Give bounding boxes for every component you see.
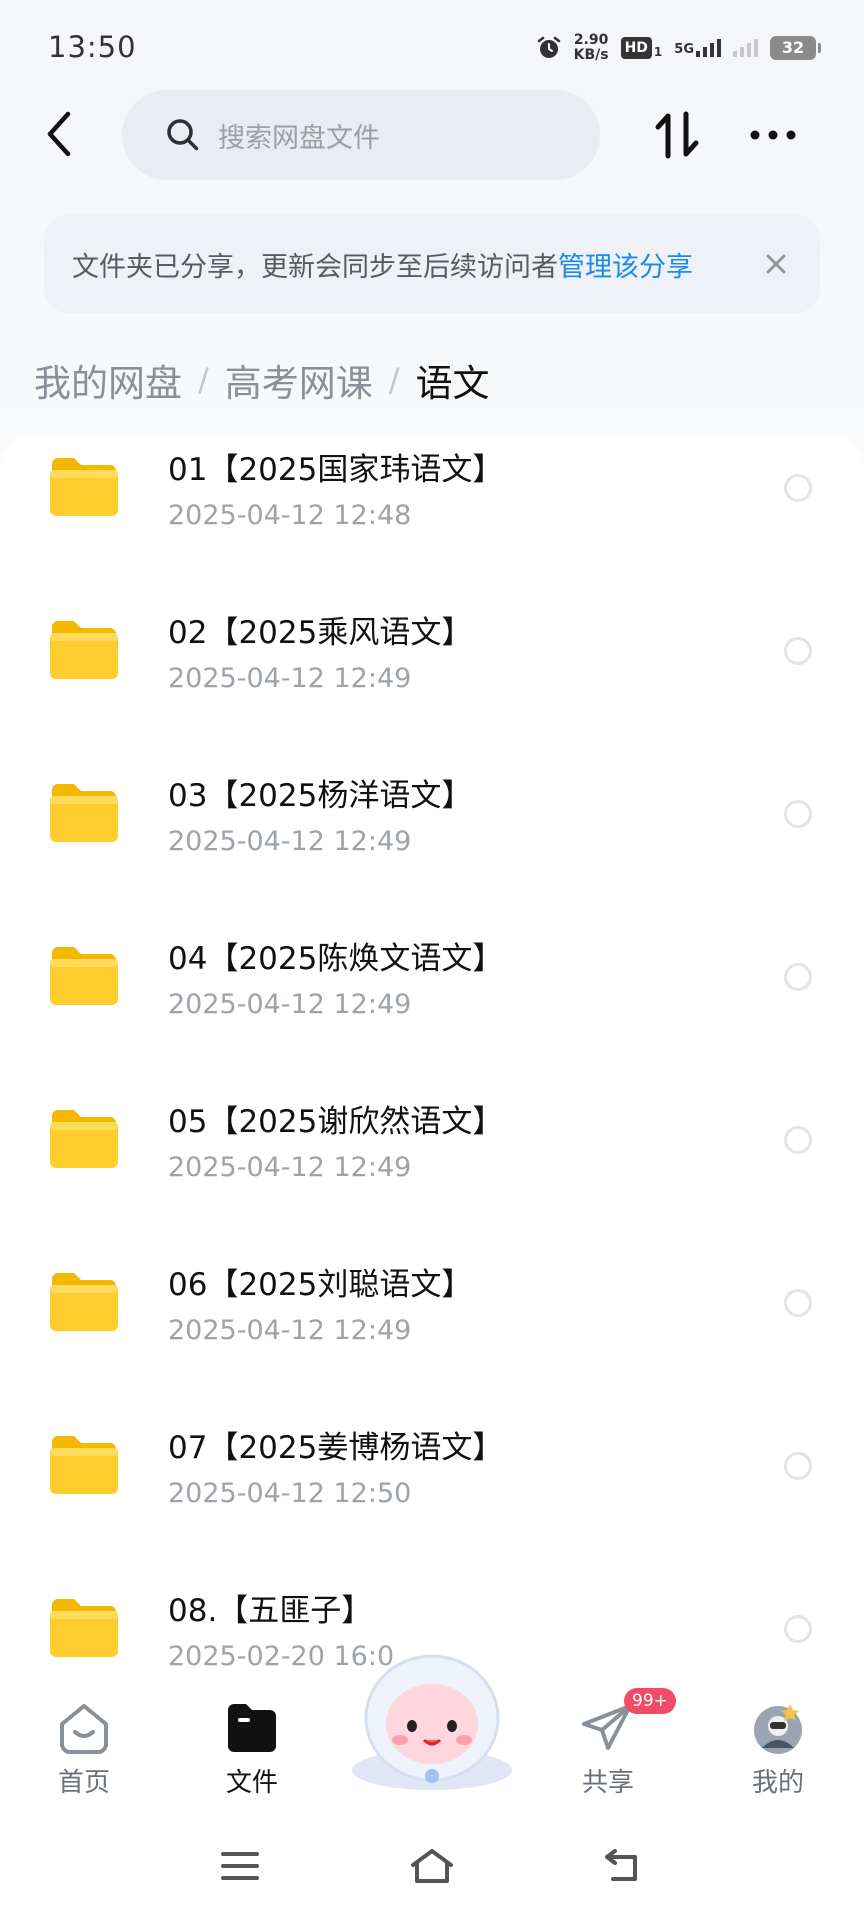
back-button[interactable]	[28, 102, 92, 166]
file-row[interactable]: 04【2025陈焕文语文】 2025-04-12 12:49	[0, 923, 864, 1086]
select-checkbox[interactable]	[784, 800, 812, 828]
bottom-nav: 首页 文件 共享 99+ 我的	[0, 1654, 864, 1802]
more-button[interactable]	[740, 102, 806, 168]
file-date: 2025-04-12 12:49	[168, 663, 412, 694]
breadcrumb-item-root[interactable]: 我的网盘	[34, 353, 182, 407]
select-checkbox[interactable]	[784, 963, 812, 991]
return-icon	[605, 1849, 637, 1881]
alarm-icon	[537, 36, 560, 58]
file-date: 2025-04-12 12:49	[168, 1315, 412, 1346]
select-checkbox[interactable]	[784, 1452, 812, 1480]
home-button[interactable]	[402, 1836, 462, 1896]
signal-bars-secondary-icon	[733, 39, 758, 57]
mascot-icon[interactable]	[342, 1644, 522, 1794]
sort-button[interactable]	[644, 102, 710, 168]
signal-bars-icon	[696, 39, 721, 57]
file-row[interactable]: 07【2025姜博杨语文】 2025-04-12 12:50	[0, 1412, 864, 1575]
nav-item-me[interactable]: 我的	[723, 1702, 833, 1802]
battery-indicator: 32	[770, 36, 821, 60]
file-list: 01【2025国家玮语文】 2025-04-12 12:48 02【2025乘风…	[0, 434, 864, 1674]
menu-button[interactable]	[210, 1836, 270, 1896]
status-icons: 2.90 KB/s HD 1 5G 32	[536, 28, 821, 68]
hd-badge: HD	[620, 37, 652, 59]
banner-close-button[interactable]	[756, 244, 796, 284]
file-date: 2025-04-12 12:48	[168, 500, 412, 531]
file-row[interactable]: 03【2025杨洋语文】 2025-04-12 12:49	[0, 760, 864, 923]
share-count-badge: 99+	[624, 1688, 676, 1714]
search-placeholder: 搜索网盘文件	[218, 122, 380, 154]
nav-item-files[interactable]: 文件	[197, 1702, 307, 1802]
folder-icon	[50, 784, 118, 842]
sort-arrows-icon	[655, 111, 699, 159]
screen: 13:50 2.90 KB/s HD 1 5G 32 搜索网盘文件 文件夹已分享…	[0, 0, 864, 1920]
network-speed-value: 2.90	[573, 32, 609, 48]
file-name: 03【2025杨洋语文】	[168, 778, 473, 814]
file-date: 2025-04-12 12:49	[168, 1152, 412, 1183]
file-row[interactable]: 05【2025谢欣然语文】 2025-04-12 12:49	[0, 1086, 864, 1249]
file-date: 2025-04-12 12:49	[168, 989, 412, 1020]
select-checkbox[interactable]	[784, 1289, 812, 1317]
home-icon	[60, 1704, 108, 1754]
folder-icon	[50, 1273, 118, 1331]
share-notice-banner: 文件夹已分享，更新会同步至后续访问者 管理该分享	[44, 214, 820, 314]
status-bar: 13:50 2.90 KB/s HD 1 5G 32	[0, 0, 864, 90]
select-checkbox[interactable]	[784, 1615, 812, 1643]
file-name: 02【2025乘风语文】	[168, 615, 473, 651]
folder-icon	[50, 1599, 118, 1657]
file-row[interactable]: 06【2025刘聪语文】 2025-04-12 12:49	[0, 1249, 864, 1412]
file-name: 01【2025国家玮语文】	[168, 452, 504, 488]
file-name: 06【2025刘聪语文】	[168, 1267, 473, 1303]
search-icon	[167, 119, 199, 151]
network-speed: 2.90 KB/s	[574, 33, 609, 63]
breadcrumb-separator: /	[388, 361, 400, 399]
file-row[interactable]: 02【2025乘风语文】 2025-04-12 12:49	[0, 597, 864, 760]
back-system-button[interactable]	[594, 1836, 654, 1896]
network-speed-unit: KB/s	[573, 47, 609, 63]
folder-icon	[50, 621, 118, 679]
signal-label: 5G	[674, 42, 694, 57]
home-outline-icon	[411, 1849, 453, 1883]
select-checkbox[interactable]	[784, 474, 812, 502]
status-time: 13:50	[48, 30, 137, 64]
breadcrumb-item-parent[interactable]: 高考网课	[225, 353, 373, 407]
select-checkbox[interactable]	[784, 1126, 812, 1154]
file-date: 2025-04-12 12:50	[168, 1478, 412, 1509]
chevron-left-icon	[47, 111, 71, 157]
file-row[interactable]: 01【2025国家玮语文】 2025-04-12 12:48	[0, 434, 864, 597]
folder-icon	[50, 1110, 118, 1168]
nav-label: 我的	[751, 1768, 804, 1798]
search-input[interactable]: 搜索网盘文件	[122, 90, 600, 180]
file-name: 04【2025陈焕文语文】	[168, 941, 504, 977]
file-name: 08.【五匪子】	[168, 1593, 373, 1629]
nav-label: 文件	[225, 1768, 278, 1798]
more-dots-icon	[750, 130, 796, 140]
manage-share-link[interactable]: 管理该分享	[558, 245, 693, 284]
folder-icon	[50, 947, 118, 1005]
signal-5g: 5G	[674, 39, 721, 57]
select-checkbox[interactable]	[784, 637, 812, 665]
folder-icon	[228, 1704, 276, 1752]
nav-item-home[interactable]: 首页	[29, 1702, 139, 1802]
avatar	[754, 1704, 802, 1754]
file-name: 07【2025姜博杨语文】	[168, 1430, 504, 1466]
system-nav-bar	[0, 1800, 864, 1920]
file-date: 2025-04-12 12:49	[168, 826, 412, 857]
nav-label: 共享	[581, 1768, 634, 1798]
nav-item-share[interactable]: 共享	[553, 1702, 663, 1802]
share-notice-text: 文件夹已分享，更新会同步至后续访问者	[72, 251, 558, 283]
folder-icon	[50, 1436, 118, 1494]
breadcrumb-item-current: 语文	[415, 362, 490, 405]
folder-icon	[50, 458, 118, 516]
menu-icon	[221, 1852, 259, 1880]
header: 搜索网盘文件	[0, 88, 864, 184]
file-name: 05【2025谢欣然语文】	[168, 1104, 504, 1140]
breadcrumb-separator: /	[198, 361, 209, 399]
nav-label: 首页	[57, 1768, 110, 1798]
hd-sub: 1	[653, 45, 663, 59]
close-icon	[766, 254, 786, 274]
breadcrumb: 我的网盘 / 高考网课 / 语文	[34, 350, 490, 410]
hd-indicator: HD 1	[620, 37, 663, 59]
